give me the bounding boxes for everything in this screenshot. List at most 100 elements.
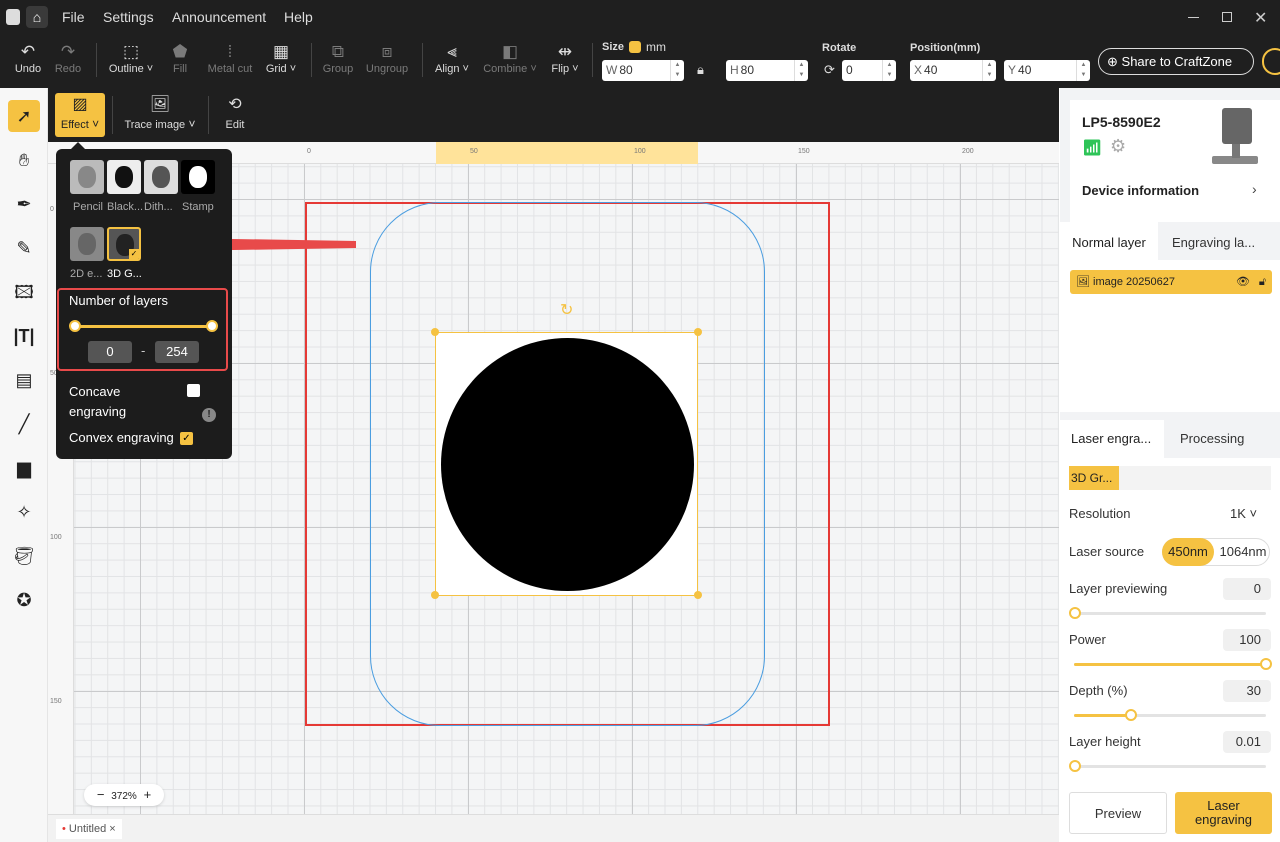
group-button[interactable]: ⧉ Group bbox=[320, 41, 356, 75]
rotate-handle-icon[interactable]: ↻ bbox=[560, 300, 573, 320]
avatar[interactable] bbox=[1262, 48, 1280, 75]
effect-button[interactable]: ▨ Effect ˅ bbox=[55, 93, 105, 137]
slider-handle[interactable] bbox=[1125, 709, 1137, 721]
text-tool-icon[interactable]: |T| bbox=[8, 320, 40, 352]
metal-cut-button[interactable]: ⁞ Metal cut bbox=[204, 41, 256, 75]
layer-height-value[interactable]: 0.01 bbox=[1223, 731, 1271, 753]
effect-black-thumb[interactable] bbox=[107, 160, 141, 194]
fill-button[interactable]: ⬟ Fill bbox=[166, 41, 194, 75]
x-spinner[interactable]: ▲ ▼ bbox=[982, 60, 996, 81]
y-spinner[interactable]: ▲ ▼ bbox=[1076, 60, 1090, 81]
barcode-tool-icon[interactable]: ▤ bbox=[8, 364, 40, 396]
layers-max-handle[interactable] bbox=[206, 320, 218, 332]
combine-button[interactable]: ◧ Combine ˅ bbox=[480, 41, 540, 75]
device-info-link[interactable]: Device information bbox=[1082, 183, 1199, 198]
lock-icon[interactable]: 🔓︎ bbox=[1259, 270, 1266, 294]
laser-engraving-button[interactable]: Laser engraving bbox=[1175, 792, 1272, 834]
flip-button[interactable]: ⇹ Flip ˅ bbox=[548, 41, 582, 75]
resize-handle[interactable] bbox=[694, 328, 702, 336]
layers-min-input[interactable]: 0 bbox=[88, 341, 132, 363]
tab-close-icon[interactable]: × bbox=[109, 823, 115, 835]
mode-badge[interactable]: 3D Gr... bbox=[1069, 466, 1119, 490]
share-button[interactable]: ⊕ Share to CraftZone bbox=[1098, 48, 1254, 75]
power-value[interactable]: 100 bbox=[1223, 629, 1271, 651]
outline-button[interactable]: ⬚ Outline ˅ bbox=[106, 41, 156, 75]
material-tool-icon[interactable]: ✪ bbox=[8, 584, 40, 616]
tab-untitled[interactable]: • Untitled × bbox=[56, 819, 122, 839]
hand-tool-icon[interactable]: ✋︎ bbox=[8, 144, 40, 176]
rotate-field[interactable]: 0 ▲ ▼ bbox=[842, 60, 896, 81]
menu-announcement[interactable]: Announcement bbox=[172, 0, 266, 35]
power-slider[interactable] bbox=[1074, 658, 1272, 670]
layers-range-slider[interactable] bbox=[74, 325, 213, 328]
eye-icon[interactable]: 👁︎ bbox=[1236, 270, 1250, 294]
chevron-right-icon[interactable]: › bbox=[1252, 181, 1257, 197]
menu-settings[interactable]: Settings bbox=[103, 0, 154, 35]
tab-normal-layer[interactable]: Normal layer bbox=[1060, 222, 1158, 260]
maximize-icon[interactable] bbox=[1222, 12, 1232, 22]
zoom-in-button[interactable]: + bbox=[144, 787, 152, 802]
y-field[interactable]: Y 40 ▲ ▼ bbox=[1004, 60, 1090, 81]
resize-handle[interactable] bbox=[431, 591, 439, 599]
tab-processing[interactable]: Processing bbox=[1180, 420, 1244, 458]
depth-slider[interactable] bbox=[1074, 709, 1266, 721]
stamp-tool-icon[interactable]: ▆ bbox=[8, 452, 40, 484]
menu-help[interactable]: Help bbox=[284, 0, 313, 35]
paint-bucket-icon[interactable]: 🪣︎ bbox=[8, 540, 40, 572]
ungroup-button[interactable]: ⧈ Ungroup bbox=[363, 41, 411, 75]
selected-image[interactable] bbox=[435, 332, 698, 596]
preview-button[interactable]: Preview bbox=[1069, 792, 1167, 834]
shape-tool-icon[interactable]: ✧ bbox=[8, 496, 40, 528]
effect-dither-thumb[interactable] bbox=[144, 160, 178, 194]
info-icon[interactable]: ! bbox=[202, 408, 216, 422]
effect-pencil-thumb[interactable] bbox=[70, 160, 104, 194]
home-icon[interactable]: ⌂ bbox=[26, 6, 48, 28]
line-tool-icon[interactable]: ╱ bbox=[8, 408, 40, 440]
layer-previewing-value[interactable]: 0 bbox=[1223, 578, 1271, 600]
effect-2d-thumb[interactable] bbox=[70, 227, 104, 261]
width-spinner[interactable]: ▲ ▼ bbox=[670, 60, 684, 81]
close-icon[interactable]: ✕ bbox=[1254, 8, 1267, 28]
x-field[interactable]: X 40 ▲ ▼ bbox=[910, 60, 996, 81]
laser-source-1064[interactable]: 1064nm bbox=[1216, 538, 1270, 566]
resize-handle[interactable] bbox=[431, 328, 439, 336]
height-spinner[interactable]: ▲ ▼ bbox=[794, 60, 808, 81]
align-button[interactable]: ⫷ Align ˅ bbox=[432, 41, 472, 75]
depth-value[interactable]: 30 bbox=[1223, 680, 1271, 702]
image-tool-icon[interactable]: 🖾 bbox=[8, 276, 40, 308]
width-field[interactable]: W 80 ▲ ▼ bbox=[602, 60, 684, 81]
slider-handle[interactable] bbox=[1069, 760, 1081, 772]
gear-icon[interactable]: ⚙ bbox=[1110, 136, 1126, 157]
effect-3d-thumb[interactable]: ✓ bbox=[107, 227, 141, 261]
laser-source-450[interactable]: 450nm bbox=[1162, 538, 1214, 566]
lock-icon[interactable]: 🔒︎ bbox=[697, 62, 704, 78]
effect-stamp-thumb[interactable] bbox=[181, 160, 215, 194]
resolution-select[interactable]: 1K ˅ bbox=[1230, 506, 1257, 521]
unit-toggle[interactable] bbox=[629, 41, 641, 53]
layers-min-handle[interactable] bbox=[69, 320, 81, 332]
convex-checkbox[interactable]: ✓ bbox=[180, 432, 193, 445]
trace-image-button[interactable]: 🖼︎ Trace image ˅ bbox=[120, 93, 200, 137]
pen-tool-icon[interactable]: ✒︎ bbox=[8, 188, 40, 220]
layers-max-input[interactable]: 254 bbox=[155, 341, 199, 363]
undo-button[interactable]: ↶ Undo bbox=[12, 41, 44, 75]
tab-engraving-layer[interactable]: Engraving la... bbox=[1172, 222, 1255, 264]
concave-checkbox[interactable] bbox=[187, 384, 200, 397]
select-tool-icon[interactable]: ➚ bbox=[8, 100, 40, 132]
edit-button[interactable]: ⟲ Edit bbox=[218, 93, 252, 137]
zoom-out-button[interactable]: − bbox=[97, 787, 105, 802]
layer-height-slider[interactable] bbox=[1069, 760, 1266, 772]
layer-item[interactable]: 🖼︎ image 20250627 👁︎ 🔓︎ bbox=[1070, 270, 1272, 294]
minimize-icon[interactable] bbox=[1188, 17, 1199, 18]
tab-laser-engraving[interactable]: Laser engra... bbox=[1060, 420, 1164, 458]
height-field[interactable]: H 80 ▲ ▼ bbox=[726, 60, 808, 81]
rotate-spinner[interactable]: ▲ ▼ bbox=[882, 60, 896, 81]
resize-handle[interactable] bbox=[694, 591, 702, 599]
slider-handle[interactable] bbox=[1260, 658, 1272, 670]
layer-previewing-slider[interactable] bbox=[1069, 607, 1266, 619]
redo-button[interactable]: ↷ Redo bbox=[52, 41, 84, 75]
grid-button[interactable]: ▦ Grid ˅ bbox=[262, 41, 300, 75]
menu-file[interactable]: File bbox=[62, 0, 85, 35]
slider-handle[interactable] bbox=[1069, 607, 1081, 619]
pencil-tool-icon[interactable]: ✎ bbox=[8, 232, 40, 264]
